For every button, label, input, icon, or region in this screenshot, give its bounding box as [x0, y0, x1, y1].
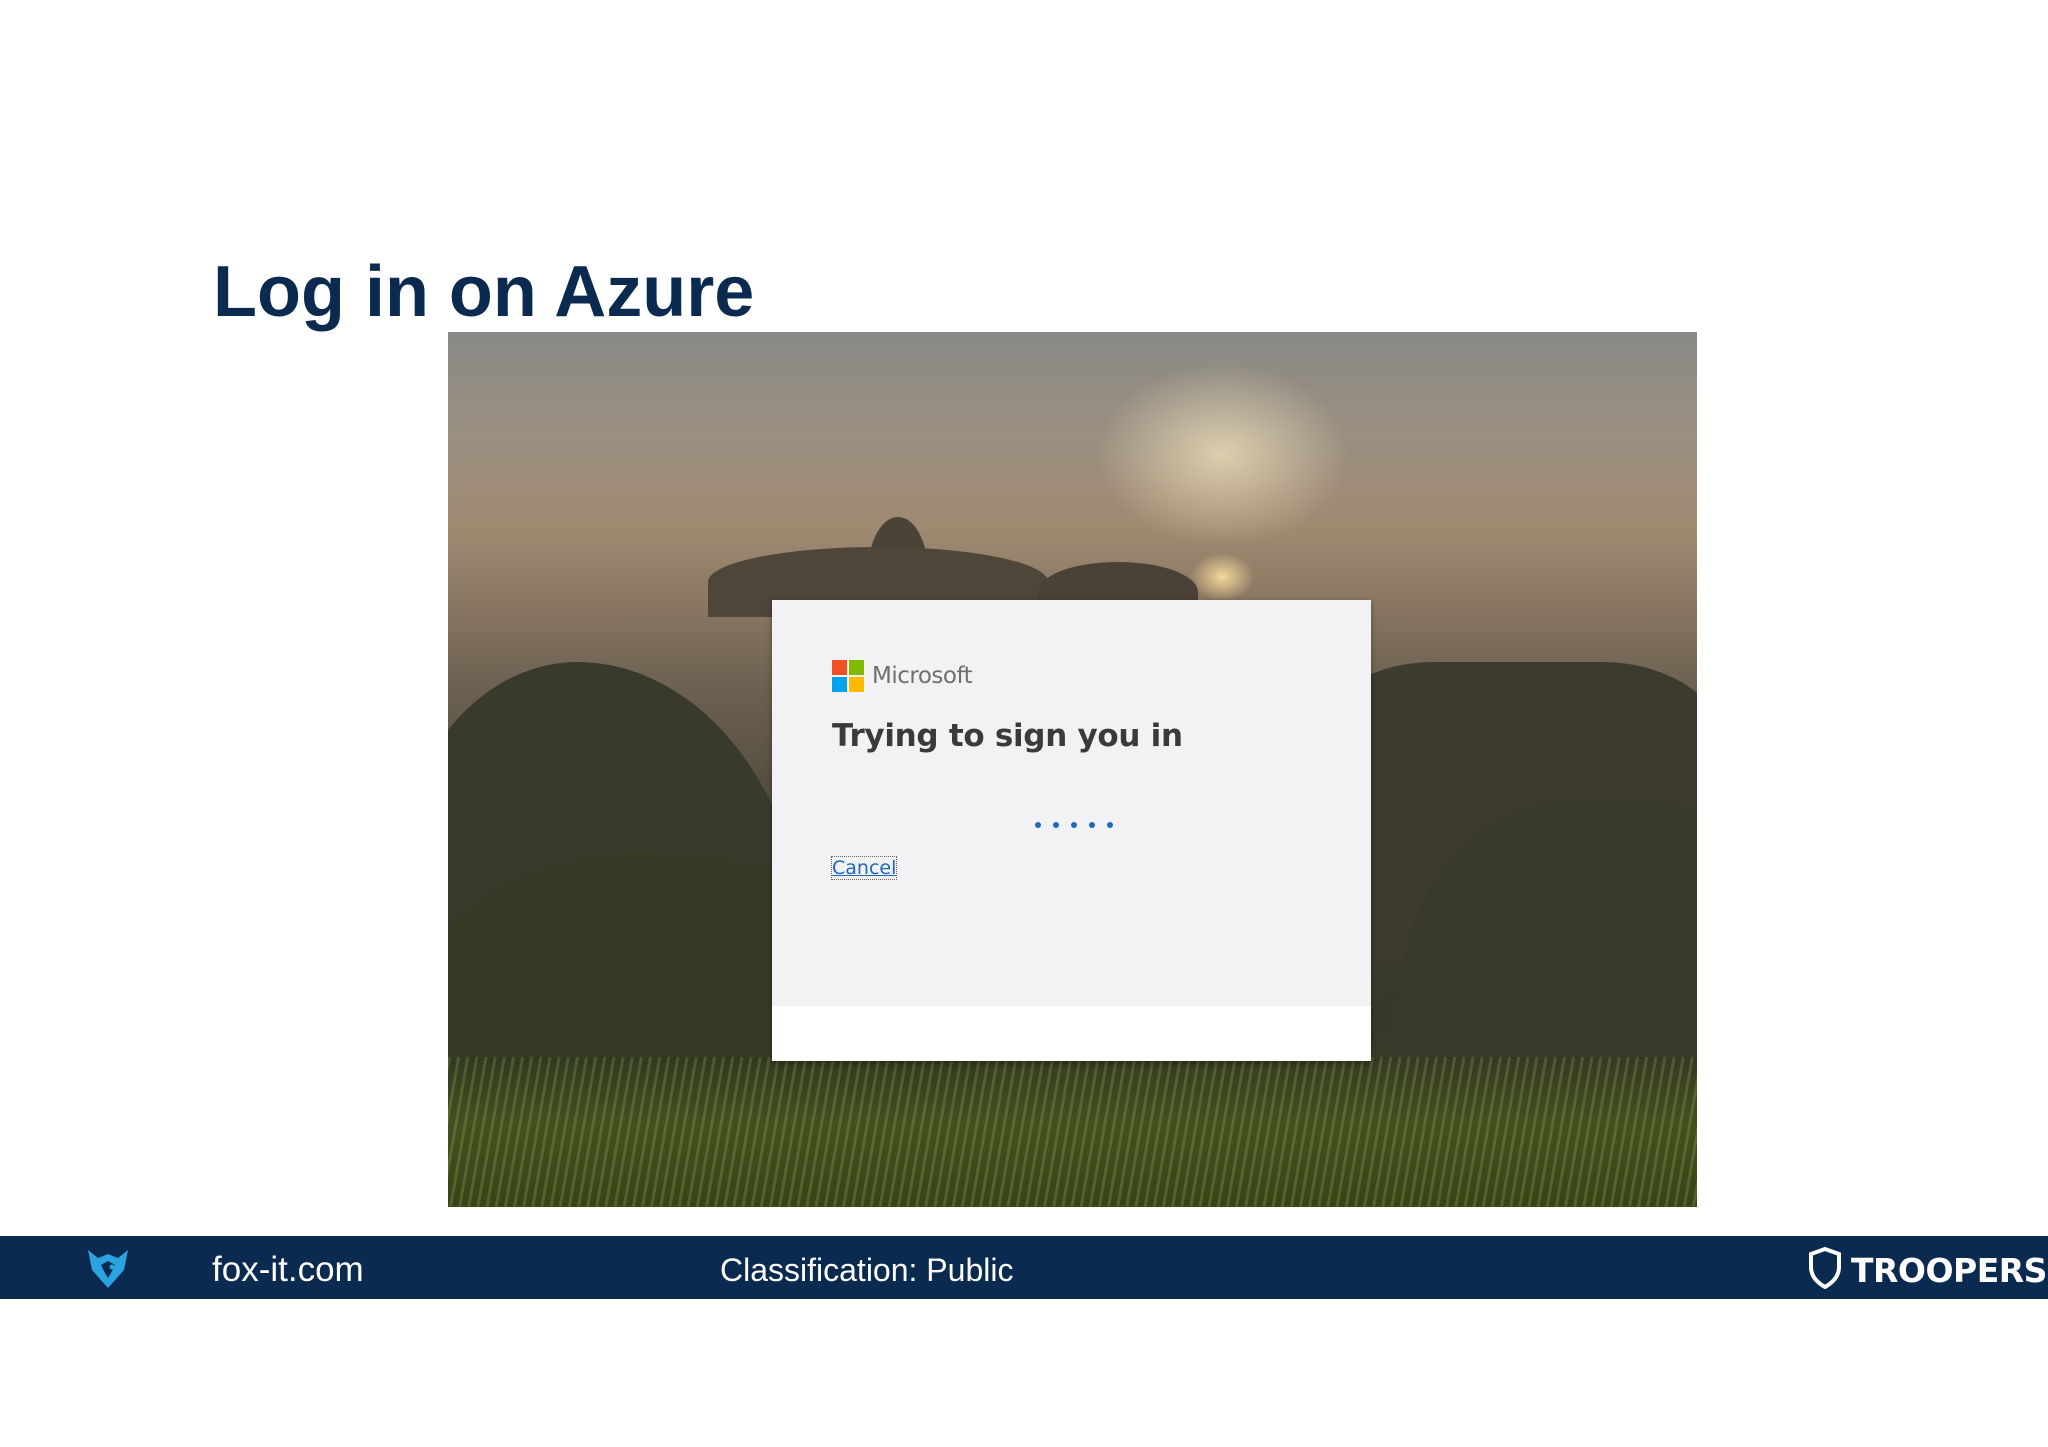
- fox-logo-icon: [86, 1248, 130, 1295]
- grass-foreground: [448, 1057, 1697, 1207]
- signin-dialog: Microsoft Trying to sign you in Cancel: [772, 600, 1371, 1061]
- logo-square-yellow: [849, 677, 864, 692]
- progress-dot: [1089, 822, 1095, 828]
- progress-dot: [1107, 822, 1113, 828]
- progress-indicator: [1035, 822, 1113, 828]
- microsoft-brand-name: Microsoft: [872, 663, 973, 689]
- troopers-shield-icon: [1809, 1246, 1841, 1294]
- footer-site-link[interactable]: fox-it.com: [212, 1250, 364, 1290]
- microsoft-squares-icon: [832, 660, 864, 692]
- logo-square-blue: [832, 677, 847, 692]
- dialog-footer-band: [772, 1006, 1371, 1061]
- logo-square-red: [832, 660, 847, 675]
- progress-dot: [1035, 822, 1041, 828]
- slide-title: Log in on Azure: [213, 252, 755, 332]
- microsoft-logo: Microsoft: [832, 660, 973, 692]
- signin-screenshot: Microsoft Trying to sign you in Cancel: [448, 332, 1697, 1207]
- footer-classification: Classification: Public: [720, 1252, 1014, 1288]
- cancel-link[interactable]: Cancel: [830, 856, 898, 880]
- signin-heading: Trying to sign you in: [832, 718, 1183, 754]
- progress-dot: [1053, 822, 1059, 828]
- troopers-wordmark: TROOPERS: [1851, 1251, 2047, 1290]
- progress-dot: [1071, 822, 1077, 828]
- logo-square-green: [849, 660, 864, 675]
- troopers-logo: TROOPERS: [1809, 1246, 2047, 1294]
- footer-bar: fox-it.com Classification: Public TROOPE…: [0, 1236, 2048, 1299]
